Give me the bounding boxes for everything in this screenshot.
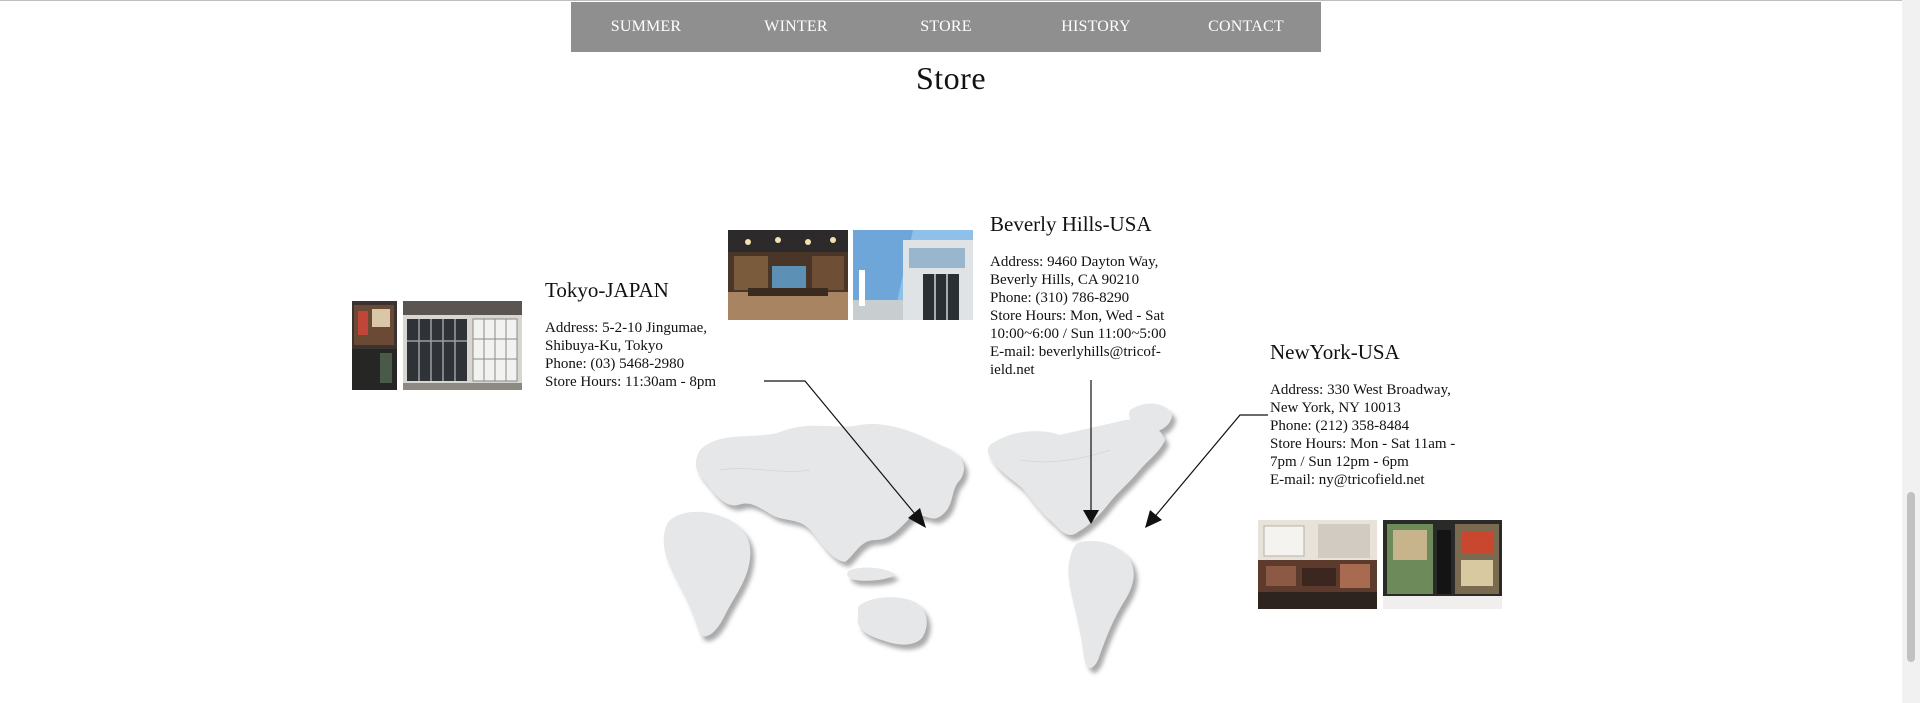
tokyo-hours: Store Hours: 11:30am - 8pm — [545, 374, 717, 390]
tokyo-phone: Phone: (03) 5468-2980 — [545, 356, 685, 372]
tokyo-address-line-1: Address: 5-2-10 Jingumae, — [545, 320, 708, 336]
tokyo-store-info: Address: 5-2-10 Jingumae, Shibuya-Ku, To… — [545, 319, 716, 391]
page-scrollbar[interactable] — [1902, 0, 1920, 703]
beverly-hours-line-1: Store Hours: Mon, Wed - Sat — [990, 308, 1165, 324]
tokyo-store-photo-1 — [352, 301, 397, 390]
scrollbar-thumb[interactable] — [1907, 492, 1915, 662]
tokyo-store-photo-2 — [403, 301, 522, 390]
nav-contact[interactable]: CONTACT — [1171, 18, 1321, 36]
newyork-email: E-mail: ny@tricofield.net — [1270, 472, 1425, 488]
beverly-store-photo-2 — [853, 230, 973, 320]
newyork-store-photo-1 — [1258, 520, 1377, 609]
nav-winter[interactable]: WINTER — [721, 18, 871, 36]
beverly-email-line-2: ield.net — [990, 362, 1035, 378]
beverly-store-name: Beverly Hills-USA — [990, 212, 1152, 236]
beverly-phone: Phone: (310) 786-8290 — [990, 290, 1130, 306]
tokyo-address-line-2: Shibuya-Ku, Tokyo — [545, 338, 663, 354]
beverly-email-line-1: E-mail: beverlyhills@tricof- — [990, 344, 1161, 360]
top-border — [0, 0, 1920, 1]
beverly-address-line-2: Beverly Hills, CA 90210 — [990, 272, 1140, 288]
newyork-hours-line-2: 7pm / Sun 12pm - 6pm — [1270, 454, 1409, 470]
newyork-store-name: NewYork-USA — [1270, 340, 1400, 364]
newyork-store-photo-2 — [1383, 520, 1502, 609]
newyork-address-line-1: Address: 330 West Broadway, — [1270, 382, 1451, 398]
tokyo-store-name: Tokyo-JAPAN — [545, 278, 669, 302]
nav-store[interactable]: STORE — [871, 18, 1021, 36]
beverly-store-info: Address: 9460 Dayton Way, Beverly Hills,… — [990, 253, 1166, 379]
nav-summer[interactable]: SUMMER — [571, 18, 721, 36]
newyork-phone: Phone: (212) 358-8484 — [1270, 418, 1410, 434]
page-title: Store — [915, 60, 987, 96]
beverly-address-line-1: Address: 9460 Dayton Way, — [990, 254, 1159, 270]
beverly-store-photo-1 — [728, 230, 848, 320]
newyork-hours-line-1: Store Hours: Mon - Sat 11am - — [1270, 436, 1456, 452]
main-nav: SUMMER WINTER STORE HISTORY CONTACT — [571, 2, 1321, 52]
newyork-store-info: Address: 330 West Broadway, New York, NY… — [1270, 381, 1455, 489]
beverly-hours-line-2: 10:00~6:00 / Sun 11:00~5:00 — [990, 326, 1167, 342]
world-map — [660, 390, 1260, 690]
newyork-address-line-2: New York, NY 10013 — [1270, 400, 1401, 416]
nav-history[interactable]: HISTORY — [1021, 18, 1171, 36]
